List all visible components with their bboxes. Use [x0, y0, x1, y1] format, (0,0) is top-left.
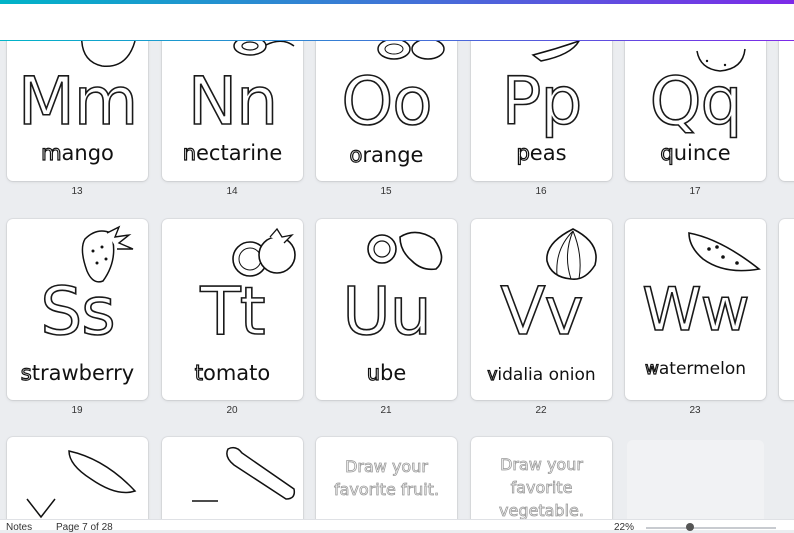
page-word: vidalia onion	[487, 364, 596, 385]
page-number: 23	[689, 405, 701, 416]
page-letters: Nn	[187, 63, 279, 140]
page-word: quince	[660, 140, 731, 165]
add-page-placeholder[interactable]	[627, 440, 764, 519]
page-number: 16	[535, 186, 547, 197]
zoom-level[interactable]: 22%	[614, 522, 634, 533]
notes-button[interactable]: Notes	[6, 522, 32, 533]
page-letters: Vv	[500, 273, 585, 350]
page-letters: Oo	[341, 63, 434, 140]
page-number: 22	[535, 405, 547, 416]
page-word: watermelon	[644, 358, 747, 379]
page-grid: Mm mango 13 Nn nectarine 14 Oo orange 15…	[0, 41, 794, 519]
page-letters: Pp	[501, 63, 583, 140]
page-thumbnail-partial[interactable]	[779, 219, 794, 400]
page-thumbnail-28[interactable]: Draw your favorite vegetable.	[471, 437, 612, 519]
page-number: 15	[380, 186, 392, 197]
page-thumbnail-23[interactable]: Ww watermelon	[625, 219, 766, 400]
page-word: orange	[349, 142, 424, 167]
page-letters: Ww	[641, 275, 750, 345]
page-thumbnail-21[interactable]: Uu ube	[316, 219, 457, 400]
draw-vegetable-prompt: Draw your favorite vegetable.	[499, 455, 585, 519]
page-thumbnail-25[interactable]	[7, 437, 148, 519]
page-thumbnail-16[interactable]: Pp peas	[471, 41, 612, 181]
page-number: 21	[380, 405, 392, 416]
page-indicator: Page 7 of 28	[56, 522, 113, 533]
page-word: mango	[40, 140, 114, 165]
page-word: tomato	[194, 360, 271, 385]
top-toolbar	[0, 0, 794, 41]
page-thumbnail-19[interactable]: Ss strawberry	[7, 219, 148, 400]
zoom-slider-track[interactable]	[646, 527, 776, 529]
draw-fruit-prompt: Draw your favorite fruit.	[333, 457, 440, 500]
bottom-status-bar: Notes Page 7 of 28 22%	[0, 519, 794, 533]
page-thumbnail-26[interactable]	[162, 437, 303, 519]
page-thumbnail-13[interactable]: Mm mango	[7, 41, 148, 181]
page-thumbnail-20[interactable]: Tt tomato	[162, 219, 303, 400]
page-letters: Ss	[40, 273, 117, 350]
page-thumbnail-17[interactable]: Qq quince	[625, 41, 766, 181]
page-number: 13	[71, 186, 83, 197]
page-thumbnail-15[interactable]: Oo orange	[316, 41, 457, 181]
page-letters: Mm	[17, 63, 139, 140]
page-number: 20	[226, 405, 238, 416]
page-thumbnail-22[interactable]: Vv vidalia onion	[471, 219, 612, 400]
page-word: peas	[516, 140, 567, 165]
page-word: strawberry	[20, 360, 135, 385]
yam-illustration-icon	[26, 450, 137, 519]
page-number: 19	[71, 405, 83, 416]
page-letters: Qq	[649, 63, 743, 140]
page-thumbnail-14[interactable]: Nn nectarine	[162, 41, 303, 181]
zucchini-illustration-icon	[192, 446, 296, 502]
page-thumbnail-partial[interactable]	[779, 41, 794, 181]
page-letters: Tt	[200, 273, 267, 350]
page-number: 17	[689, 186, 701, 197]
page-number: 14	[226, 186, 238, 197]
page-letters: Uu	[342, 273, 433, 350]
page-word: nectarine	[182, 140, 283, 165]
page-thumbnail-27[interactable]: Draw your favorite fruit.	[316, 437, 457, 519]
page-word: ube	[366, 360, 407, 385]
